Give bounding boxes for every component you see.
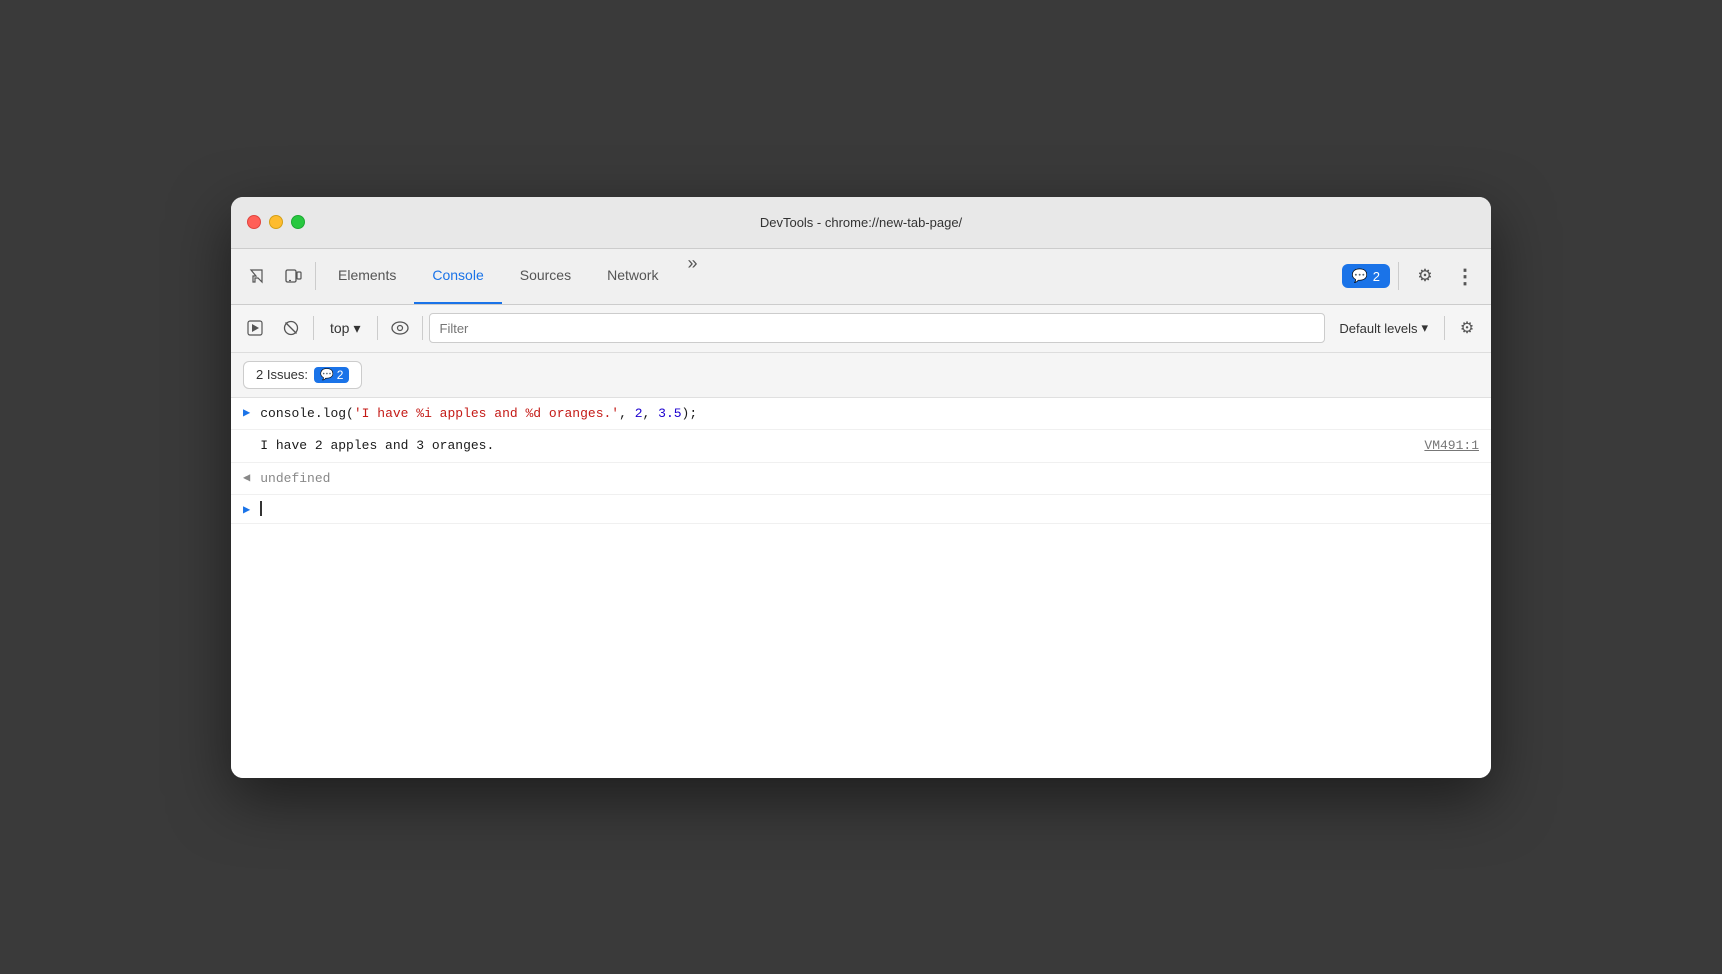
- console-entry-log-call: ▶ console.log('I have %i apples and %d o…: [231, 398, 1491, 431]
- header-divider: [315, 262, 316, 290]
- issues-bar: 2 Issues: 💬 2: [231, 353, 1491, 398]
- context-label: top: [330, 320, 349, 336]
- tab-network[interactable]: Network: [589, 249, 676, 304]
- expand-arrow-log[interactable]: ▶: [243, 404, 250, 420]
- issues-pill-icon: 💬: [320, 368, 334, 381]
- undefined-content: undefined: [260, 469, 1479, 489]
- vm-link[interactable]: VM491:1: [1404, 436, 1479, 456]
- devtools-window: DevTools - chrome://new-tab-page/ Elemen…: [231, 197, 1491, 778]
- log-call-code: console.log('I have %i apples and %d ora…: [260, 404, 1479, 424]
- console-output: ▶ console.log('I have %i apples and %d o…: [231, 398, 1491, 778]
- issues-chat-icon: 💬: [1352, 268, 1368, 284]
- default-levels-dropdown[interactable]: Default levels ▾: [1329, 316, 1438, 340]
- prompt-input-area[interactable]: [260, 501, 1479, 516]
- console-settings-button[interactable]: ⚙: [1451, 312, 1483, 344]
- header-right-actions: 💬 2 ⚙ ⋮: [1342, 258, 1483, 294]
- toolbar-divider-4: [1444, 316, 1445, 340]
- issues-count-badge: 💬 2: [314, 367, 349, 383]
- code-num-2: 2: [635, 406, 643, 421]
- issues-pill-button[interactable]: 2 Issues: 💬 2: [243, 361, 362, 389]
- inspector-icon-button[interactable]: [239, 258, 275, 294]
- toolbar-divider-3: [422, 316, 423, 340]
- maximize-button[interactable]: [291, 215, 305, 229]
- minimize-button[interactable]: [269, 215, 283, 229]
- issues-bar-label: 2 Issues:: [256, 367, 308, 382]
- filter-input[interactable]: [429, 313, 1326, 343]
- console-entry-log-output: ▶ I have 2 apples and 3 oranges. VM491:1: [231, 430, 1491, 463]
- context-dropdown-arrow: ▾: [353, 320, 360, 337]
- more-tabs-button[interactable]: »: [676, 249, 708, 281]
- default-levels-arrow: ▾: [1421, 320, 1428, 336]
- console-prompt-entry[interactable]: ▶: [231, 495, 1491, 524]
- code-num-3-5: 3.5: [658, 406, 681, 421]
- issues-count: 2: [1373, 269, 1380, 284]
- main-tabs: Elements Console Sources Network »: [320, 249, 1342, 304]
- traffic-lights: [247, 215, 305, 229]
- input-cursor: [260, 501, 262, 516]
- toolbar-divider-1: [313, 316, 314, 340]
- code-comma-2: ,: [643, 406, 659, 421]
- code-comma-1: ,: [619, 406, 635, 421]
- issues-badge-button[interactable]: 💬 2: [1342, 264, 1390, 288]
- close-button[interactable]: [247, 215, 261, 229]
- tab-elements[interactable]: Elements: [320, 249, 414, 304]
- device-toolbar-icon-button[interactable]: [275, 258, 311, 294]
- toolbar-divider-2: [377, 316, 378, 340]
- console-entry-undefined: ◀ undefined: [231, 463, 1491, 496]
- more-options-button[interactable]: ⋮: [1447, 258, 1483, 294]
- right-divider: [1398, 262, 1399, 290]
- title-bar: DevTools - chrome://new-tab-page/: [231, 197, 1491, 249]
- settings-gear-button[interactable]: ⚙: [1407, 258, 1443, 294]
- log-output-row: I have 2 apples and 3 oranges. VM491:1: [260, 436, 1479, 456]
- devtools-header: Elements Console Sources Network » 💬 2 ⚙…: [231, 249, 1491, 305]
- run-script-button[interactable]: [239, 312, 271, 344]
- return-arrow: ◀: [243, 469, 250, 485]
- tab-console[interactable]: Console: [414, 249, 501, 304]
- context-selector[interactable]: top ▾: [320, 316, 371, 341]
- output-spacer: ▶: [243, 436, 250, 452]
- default-levels-label: Default levels: [1339, 321, 1417, 336]
- code-consolelog-prefix: console.log(: [260, 406, 354, 421]
- issues-pill-count: 2: [337, 368, 344, 382]
- tab-sources[interactable]: Sources: [502, 249, 589, 304]
- undefined-text: undefined: [260, 471, 330, 486]
- clear-console-button[interactable]: [275, 312, 307, 344]
- prompt-arrow: ▶: [243, 501, 250, 517]
- code-string-arg: 'I have %i apples and %d oranges.': [354, 406, 619, 421]
- live-expressions-button[interactable]: [384, 312, 416, 344]
- console-toolbar: top ▾ Default levels ▾ ⚙: [231, 305, 1491, 353]
- window-title: DevTools - chrome://new-tab-page/: [760, 215, 962, 230]
- log-output-text: I have 2 apples and 3 oranges.: [260, 436, 494, 456]
- code-close-paren: );: [682, 406, 698, 421]
